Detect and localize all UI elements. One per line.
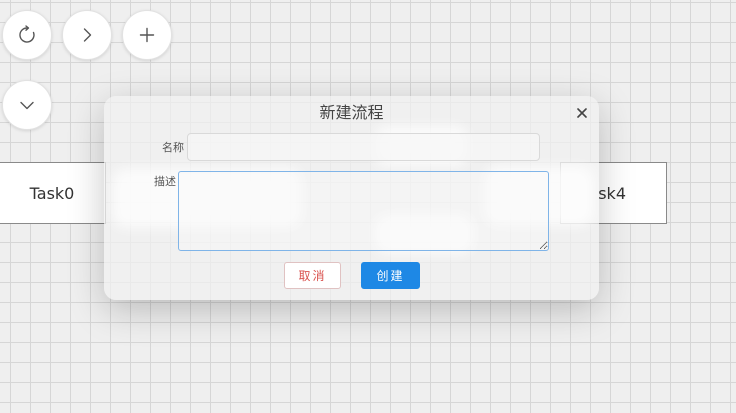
refresh-icon xyxy=(19,25,35,43)
name-label: 名称 xyxy=(162,141,184,154)
refresh-button[interactable] xyxy=(2,10,52,60)
add-button[interactable] xyxy=(122,10,172,60)
chevron-down-icon xyxy=(20,101,34,110)
task-label: Task0 xyxy=(29,183,75,203)
cancel-button[interactable]: 取消 xyxy=(284,262,341,289)
close-icon xyxy=(577,108,587,118)
chevron-right-icon xyxy=(83,28,92,42)
dialog-title: 新建流程 xyxy=(319,103,384,122)
name-input[interactable] xyxy=(187,133,540,161)
next-button[interactable] xyxy=(62,10,112,60)
plus-icon xyxy=(139,27,155,43)
create-button[interactable]: 创建 xyxy=(361,262,420,289)
description-label: 描述 xyxy=(154,175,176,188)
task-label: sk4 xyxy=(598,183,626,203)
task-node[interactable]: Task0 xyxy=(0,162,106,224)
create-flow-dialog: 新建流程 名称 描述 取消 创建 xyxy=(104,96,599,300)
description-input[interactable] xyxy=(178,171,549,251)
expand-button[interactable] xyxy=(2,80,52,130)
close-button[interactable] xyxy=(575,106,589,120)
